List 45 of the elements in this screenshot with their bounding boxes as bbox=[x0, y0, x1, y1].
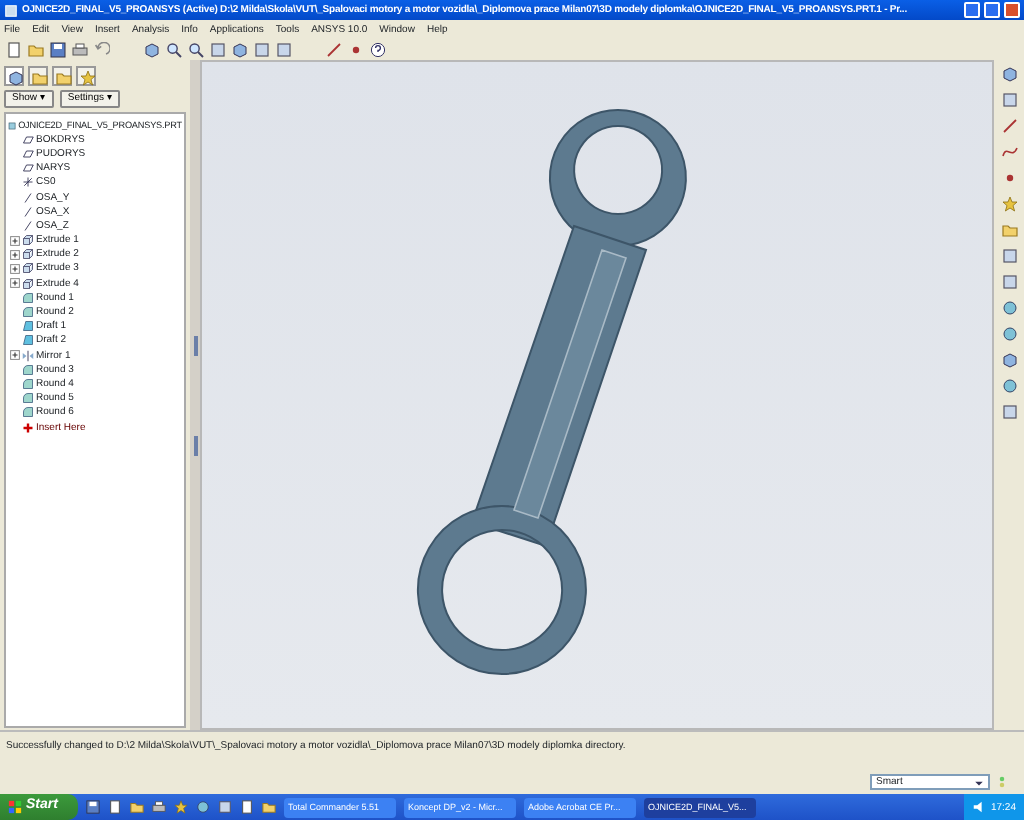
panel-tab[interactable] bbox=[52, 65, 72, 85]
sash-grip[interactable] bbox=[193, 335, 198, 355]
help-icon[interactable] bbox=[370, 41, 386, 57]
speaker-icon bbox=[972, 800, 987, 814]
quick-launch-icon[interactable] bbox=[151, 800, 166, 814]
expand-icon[interactable] bbox=[10, 249, 20, 260]
point-icon[interactable] bbox=[1001, 170, 1018, 186]
sash-grip[interactable] bbox=[193, 435, 198, 455]
windows-logo-icon bbox=[8, 800, 22, 814]
zoom-icon[interactable] bbox=[166, 41, 182, 57]
panel-tab[interactable] bbox=[4, 65, 24, 85]
point-icon[interactable] bbox=[348, 41, 364, 57]
quick-launch-icon[interactable] bbox=[85, 800, 100, 814]
part-icon bbox=[8, 119, 17, 132]
frame-icon[interactable] bbox=[1001, 404, 1018, 420]
line-icon[interactable] bbox=[326, 41, 342, 57]
app-icon bbox=[4, 3, 18, 17]
caret-icon bbox=[974, 777, 984, 787]
undo-icon[interactable] bbox=[94, 41, 110, 57]
axes-icon bbox=[22, 176, 34, 189]
star-icon[interactable] bbox=[1001, 196, 1018, 212]
panel-tab[interactable] bbox=[28, 65, 48, 85]
minimize-button[interactable] bbox=[964, 2, 980, 18]
save-icon[interactable] bbox=[50, 41, 66, 57]
zoom-icon[interactable] bbox=[188, 41, 204, 57]
circle-icon[interactable] bbox=[1001, 326, 1018, 342]
expand-icon[interactable] bbox=[10, 263, 20, 274]
expand-icon[interactable] bbox=[10, 278, 20, 289]
frame-icon[interactable] bbox=[1001, 92, 1018, 108]
plus-icon bbox=[22, 421, 34, 434]
expand-icon[interactable] bbox=[10, 235, 20, 246]
expand-icon[interactable] bbox=[10, 350, 20, 361]
curve-icon[interactable] bbox=[1001, 144, 1018, 160]
panel-tab[interactable] bbox=[76, 65, 96, 85]
printer-icon[interactable] bbox=[72, 41, 88, 57]
circle-icon[interactable] bbox=[1001, 300, 1018, 316]
maximize-button[interactable] bbox=[984, 2, 1000, 18]
folder-icon[interactable] bbox=[28, 41, 44, 57]
line-icon[interactable] bbox=[1001, 118, 1018, 134]
new-file-icon[interactable] bbox=[6, 41, 22, 57]
close-button[interactable] bbox=[1004, 2, 1020, 18]
frame-icon[interactable] bbox=[210, 41, 226, 57]
traffic-light-icon bbox=[996, 774, 1008, 790]
circle-icon[interactable] bbox=[1001, 378, 1018, 394]
mirror-icon bbox=[22, 349, 34, 362]
